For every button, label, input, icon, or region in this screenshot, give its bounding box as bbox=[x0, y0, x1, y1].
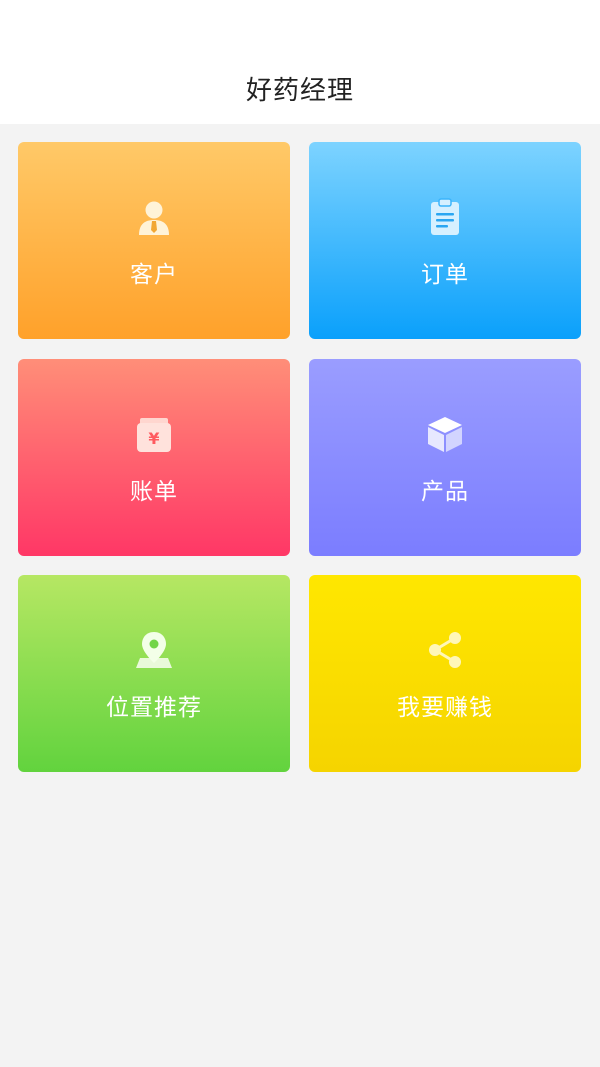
tile-bills[interactable]: ¥ 账单 bbox=[18, 359, 290, 556]
tile-location-label: 位置推荐 bbox=[106, 695, 202, 721]
location-pin-icon bbox=[134, 630, 174, 670]
tile-products-label: 产品 bbox=[421, 479, 469, 505]
customer-icon bbox=[134, 197, 174, 237]
app-screen: 好药经理 客户 订单 ¥ 账单 产品 位置推荐 我要赚钱 bbox=[0, 0, 600, 1067]
bill-yuan-icon: ¥ bbox=[134, 414, 174, 454]
tile-orders[interactable]: 订单 bbox=[309, 142, 581, 339]
tile-earn-label: 我要赚钱 bbox=[397, 695, 493, 721]
order-clipboard-icon bbox=[425, 197, 465, 237]
tile-earn-money[interactable]: 我要赚钱 bbox=[309, 575, 581, 772]
svg-text:¥: ¥ bbox=[148, 429, 159, 448]
tile-customers[interactable]: 客户 bbox=[18, 142, 290, 339]
tile-location-recommend[interactable]: 位置推荐 bbox=[18, 575, 290, 772]
tile-customers-label: 客户 bbox=[130, 262, 178, 288]
page-title: 好药经理 bbox=[245, 76, 354, 106]
app-header: 好药经理 bbox=[0, 0, 600, 124]
tile-orders-label: 订单 bbox=[421, 262, 469, 288]
share-icon bbox=[425, 630, 465, 670]
tile-products[interactable]: 产品 bbox=[309, 359, 581, 556]
product-box-icon bbox=[425, 414, 465, 454]
tile-bills-label: 账单 bbox=[130, 479, 178, 505]
